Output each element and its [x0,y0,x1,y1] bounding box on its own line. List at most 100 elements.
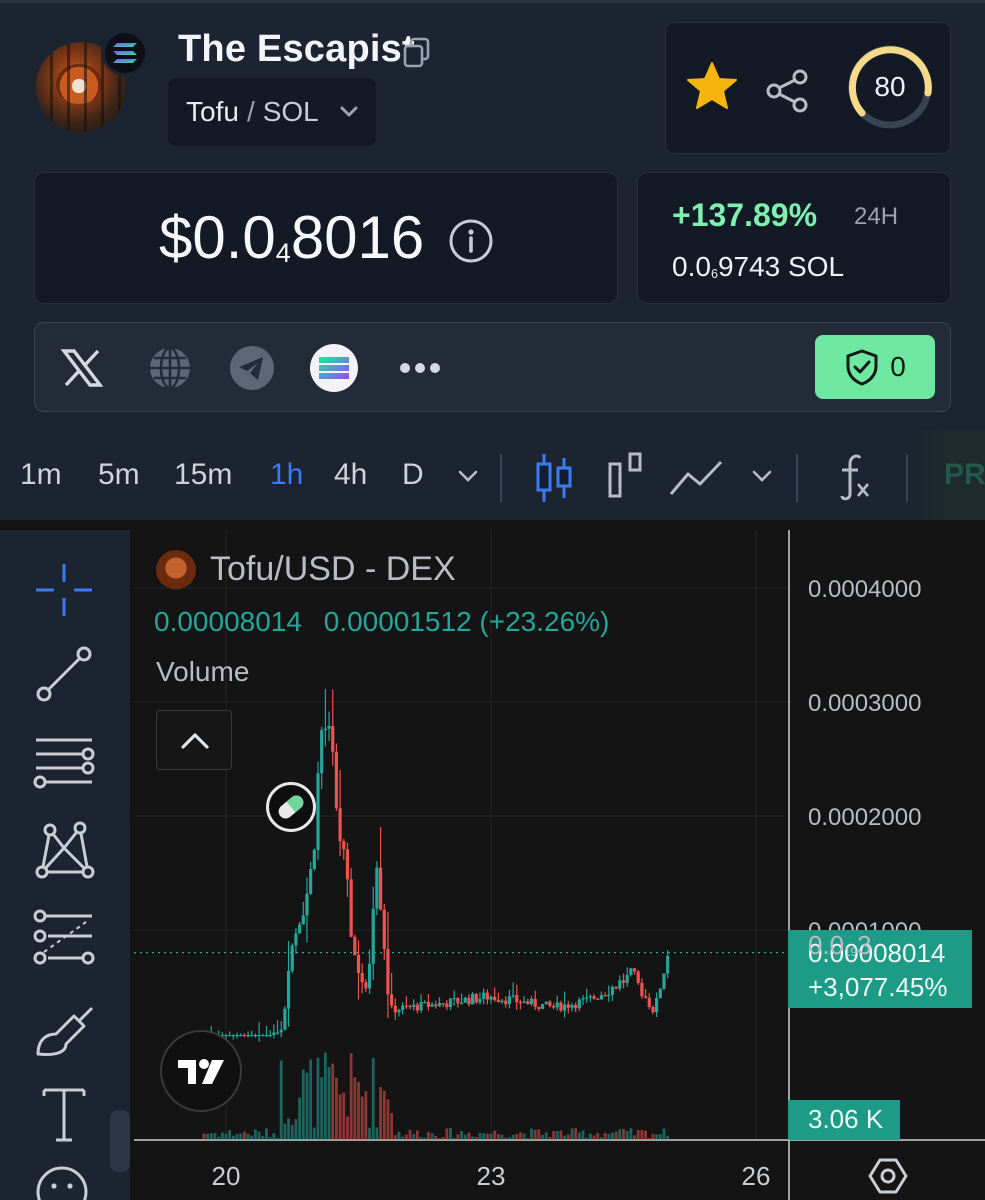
candle-body [298,924,302,934]
website-globe-icon[interactable] [145,343,195,393]
pair-selector[interactable]: Tofu / SOL [168,78,376,146]
tools-scrollbar[interactable] [110,1110,130,1172]
candle-body [470,993,475,1005]
volume-bar [360,1096,364,1140]
volume-bar [283,1123,287,1140]
volume-bar [261,1135,265,1140]
timeframe-1m[interactable]: 1m [20,458,62,492]
volume-bar [574,1128,578,1140]
candle-body [526,1001,530,1005]
bars-icon[interactable] [604,450,648,502]
candle-body [397,1009,401,1013]
volume-bar [592,1135,596,1140]
candle-body [467,997,471,1005]
chevron-up-icon [181,733,209,749]
change-period: 24H [854,203,899,230]
candle-body [507,996,512,1005]
tradingview-logo[interactable] [160,1030,242,1112]
volume-bar [349,1053,353,1140]
token-price: $0.048016 [159,204,425,271]
volume-bar [577,1132,581,1140]
safety-audit-button[interactable]: 0 [815,335,935,399]
volume-bar [555,1130,559,1140]
brush-icon[interactable] [30,998,98,1062]
volume-bar [401,1136,405,1140]
star-icon[interactable] [684,59,740,115]
candle-body [408,1005,412,1008]
toolbar-divider [796,454,798,502]
candle-body [419,1002,423,1011]
candle-body [548,1001,552,1006]
volume-bar [445,1128,449,1140]
timeframe-d[interactable]: D [402,458,424,492]
candle-body [323,728,327,731]
candles-icon[interactable] [532,452,576,504]
volume-bar [268,1137,272,1140]
candle-body [651,1007,655,1013]
candle-body [482,992,486,999]
more-icon[interactable] [395,343,445,393]
timeframe-1h[interactable]: 1h [270,458,303,492]
share-icon[interactable] [764,67,812,115]
timeframe-15m[interactable]: 15m [174,458,232,492]
volume-bar [254,1129,257,1140]
pattern-tool-icon[interactable] [30,818,98,882]
volume-bar [239,1133,243,1140]
candle-body [515,995,519,1003]
candle-body [371,908,375,964]
volume-bar [228,1130,232,1140]
candle-body [382,909,386,949]
collapse-legend-button[interactable] [156,710,232,770]
info-icon[interactable] [447,217,495,265]
candle-body [242,1035,247,1037]
indicators-fx-icon[interactable] [830,450,874,502]
token-name: The Escapist [178,28,415,70]
copy-icon[interactable] [402,36,432,68]
candle-body [386,948,390,995]
emoji-icon[interactable] [30,1160,98,1200]
timeframe-4h[interactable]: 4h [334,458,367,492]
volume-bar [379,1087,382,1140]
volume-bar [515,1133,519,1140]
settings-hexagon-icon[interactable] [866,1154,910,1198]
candle-body [426,1001,431,1007]
volume-bar [530,1128,533,1140]
candle-body [437,1003,442,1007]
horizontal-lines-icon[interactable] [30,730,98,794]
candle-body [658,988,662,998]
volume-bar [386,1099,390,1140]
timeframe-5m[interactable]: 5m [98,458,140,492]
legend-price: 0.00008014 [154,606,302,637]
time-axis-label: 20 [212,1161,241,1191]
telegram-icon[interactable] [227,343,277,393]
volume-bar [423,1137,427,1140]
chevron-down-icon[interactable] [456,466,480,486]
trend-line-icon[interactable] [30,642,98,706]
volume-bar [250,1135,254,1140]
fib-retracement-icon[interactable] [30,906,98,970]
candle-body [412,1004,416,1007]
volume-bar [496,1134,500,1140]
candle-body [529,998,534,1005]
price-change-percent: +137.89% [672,197,818,233]
candle-body [430,1004,434,1007]
volume-bar [243,1131,246,1140]
candle-body [345,849,350,880]
text-tool-icon[interactable] [30,1082,98,1146]
chevron-down-icon[interactable] [750,466,774,486]
x-icon[interactable] [57,343,107,393]
crosshair-icon[interactable] [30,558,98,622]
solana-icon[interactable] [309,343,359,393]
pill-marker[interactable] [266,782,316,832]
volume-bar [287,1118,290,1140]
price-chart[interactable]: 0.00040000.00030000.00020000.00010002023… [134,530,985,1200]
candle-body [566,1004,570,1008]
volume-bar [533,1129,537,1140]
line-chart-icon[interactable] [668,456,724,500]
candle-body [551,1005,556,1008]
candle-body [563,1004,567,1011]
toolbar-truncated-item[interactable]: PR [944,458,985,492]
drawing-tools-panel [0,530,130,1200]
volume-bar [625,1130,629,1140]
volume-bar [460,1131,463,1140]
